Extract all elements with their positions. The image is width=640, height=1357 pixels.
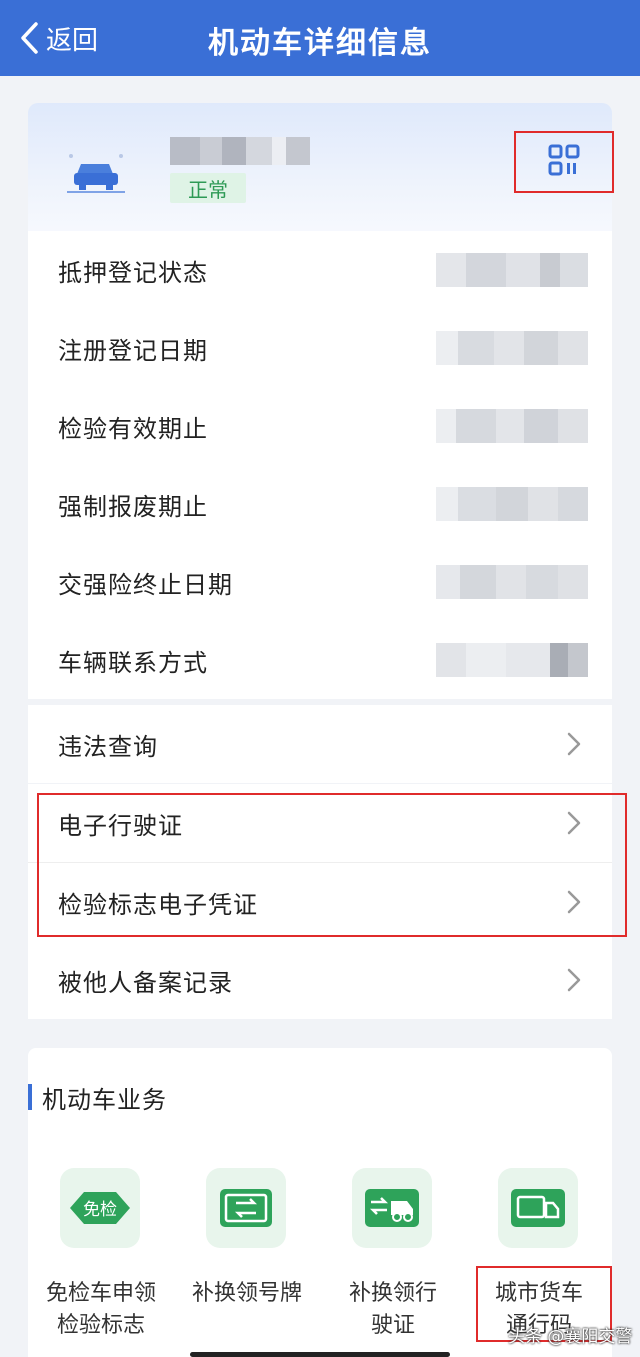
qr-code-icon xyxy=(548,144,580,180)
info-row-inspection-expiry: 检验有效期止 xyxy=(28,387,612,465)
nav-row-violations[interactable]: 违法查询 xyxy=(28,705,612,783)
nav-row-filing-records[interactable]: 被他人备案记录 xyxy=(28,941,612,1019)
exempt-inspection-icon: 免检 xyxy=(60,1168,140,1248)
chevron-right-icon xyxy=(566,810,582,836)
service-label-line1: 补换领行 xyxy=(348,1281,437,1306)
info-row-contact: 车辆联系方式 xyxy=(28,621,612,699)
section-title: 机动车业务 xyxy=(42,1086,167,1114)
info-row-scrap-deadline: 强制报废期止 xyxy=(28,465,612,543)
section-accent-bar xyxy=(28,1084,32,1110)
row-label: 交强险终止日期 xyxy=(58,570,233,599)
row-label: 被他人备案记录 xyxy=(58,968,233,997)
row-label: 电子行驶证 xyxy=(58,811,183,840)
page-title: 机动车详细信息 xyxy=(208,26,432,61)
row-value-blurred xyxy=(436,643,588,677)
status-badge: 正常 xyxy=(170,173,246,203)
chevron-right-icon xyxy=(566,731,582,757)
row-label: 车辆联系方式 xyxy=(58,648,208,677)
info-row-insurance-end: 交强险终止日期 xyxy=(28,543,612,621)
row-label: 违法查询 xyxy=(58,732,158,761)
vehicle-swap-icon xyxy=(352,1168,432,1248)
vehicle-business-section: 机动车业务 免检 免检车申领 检验标志 补换领号牌 补换领行 驶证 城市货车 通… xyxy=(28,1048,612,1357)
row-label: 注册登记日期 xyxy=(58,336,208,365)
service-replace-plate[interactable]: 补换领号牌 xyxy=(174,1166,320,1346)
row-label: 抵押登记状态 xyxy=(58,258,208,287)
vehicle-card: 正常 xyxy=(28,103,614,235)
row-value-blurred xyxy=(436,331,588,365)
home-indicator[interactable] xyxy=(190,1352,450,1357)
row-value-blurred xyxy=(436,253,588,287)
row-label: 检验标志电子凭证 xyxy=(58,890,258,919)
service-exempt-inspection[interactable]: 免检 免检车申领 检验标志 xyxy=(28,1166,174,1346)
service-label: 补换领号牌 xyxy=(174,1278,320,1310)
qr-code-button[interactable] xyxy=(514,131,614,193)
row-label: 强制报废期止 xyxy=(58,492,208,521)
service-replace-driving-license[interactable]: 补换领行 驶证 xyxy=(320,1166,466,1346)
service-label-line1: 免检车申领 xyxy=(45,1281,156,1306)
license-plate-blurred xyxy=(170,137,310,165)
nav-row-inspection-certificate[interactable]: 检验标志电子凭证 xyxy=(28,863,612,941)
chevron-right-icon xyxy=(566,967,582,993)
info-row-mortgage: 抵押登记状态 xyxy=(28,231,612,309)
exempt-badge-text: 免检 xyxy=(83,1200,117,1220)
chevron-right-icon xyxy=(566,889,582,915)
truck-icon xyxy=(498,1168,578,1248)
row-value-blurred xyxy=(436,565,588,599)
service-label-line1: 城市货车 xyxy=(494,1281,583,1306)
service-label-line2: 驶证 xyxy=(370,1313,415,1338)
row-label: 检验有效期止 xyxy=(58,414,208,443)
service-label-line1: 补换领号牌 xyxy=(191,1281,302,1306)
row-value-blurred xyxy=(436,487,588,521)
watermark: 头条 @襄阳交警 xyxy=(508,1327,633,1347)
nav-row-e-license[interactable]: 电子行驶证 xyxy=(28,784,612,862)
license-plate-swap-icon xyxy=(206,1168,286,1248)
top-nav-bar: 返回 机动车详细信息 xyxy=(0,0,640,76)
service-label: 免检车申领 检验标志 xyxy=(28,1278,174,1342)
service-label-line2: 检验标志 xyxy=(56,1313,145,1338)
service-label: 补换领行 驶证 xyxy=(320,1278,466,1342)
info-row-registration-date: 注册登记日期 xyxy=(28,309,612,387)
row-value-blurred xyxy=(436,409,588,443)
car-icon xyxy=(63,148,129,196)
service-city-truck-pass[interactable]: 城市货车 通行码 xyxy=(466,1166,612,1346)
